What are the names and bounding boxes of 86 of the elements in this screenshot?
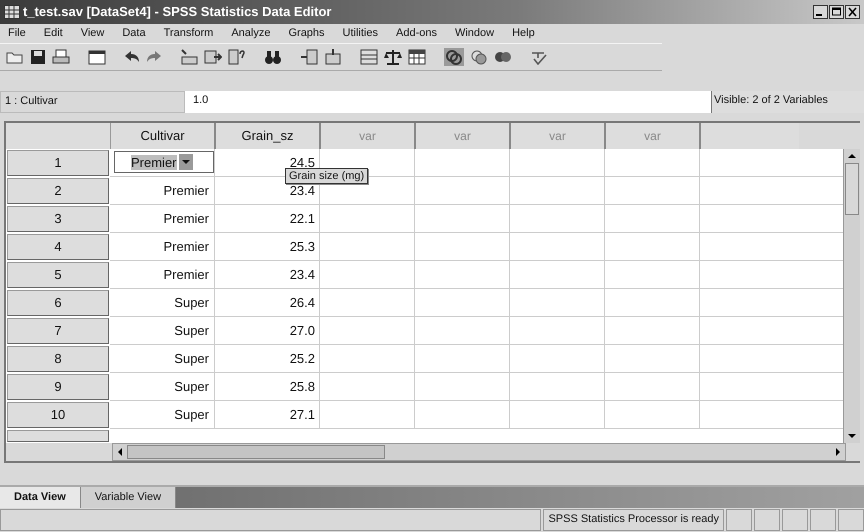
- menu-item[interactable]: Edit: [44, 27, 63, 40]
- cell-text: Super: [174, 350, 209, 366]
- close-icon[interactable]: [845, 4, 860, 19]
- maximize-icon[interactable]: [829, 4, 844, 19]
- cell-text: Super: [174, 294, 209, 310]
- spellcheck-icon[interactable]: [530, 49, 548, 66]
- row-header[interactable]: 9: [7, 374, 109, 400]
- table-cell[interactable]: Super: [114, 291, 214, 314]
- table-cell: 22.1: [290, 210, 315, 226]
- cell-text: Premier: [163, 266, 209, 282]
- row-header[interactable]: 2: [7, 178, 109, 204]
- dropdown-icon[interactable]: [178, 154, 193, 170]
- column-help-icon[interactable]: [228, 49, 246, 66]
- row-header[interactable]: 3: [7, 206, 109, 232]
- insert-row-icon[interactable]: [300, 49, 318, 66]
- cell-value-field[interactable]: 1.0: [185, 90, 711, 113]
- table-cell[interactable]: Premier: [114, 263, 214, 286]
- binoculars-icon[interactable]: [264, 49, 282, 66]
- cell-text: Super: [174, 406, 209, 422]
- menu-item[interactable]: View: [80, 27, 104, 40]
- cell-text: Premier: [163, 238, 209, 254]
- menu-item[interactable]: Add-ons: [396, 27, 437, 40]
- menu-item[interactable]: Data: [122, 27, 146, 40]
- tooltip: Grain size (mg): [285, 168, 368, 184]
- visible-variables: Visible: 2 of 2 Variables: [711, 90, 864, 113]
- grid-icon: [4, 4, 20, 19]
- table-arrow-icon[interactable]: [204, 49, 222, 66]
- menu-item[interactable]: Analyze: [231, 27, 270, 40]
- row-header[interactable]: 8: [7, 346, 109, 372]
- menu-item[interactable]: File: [8, 27, 26, 40]
- table-cell: 23.4: [290, 182, 315, 198]
- table-cell[interactable]: Super: [114, 375, 214, 398]
- table-cell: 27.1: [290, 406, 315, 422]
- printer-icon[interactable]: [52, 49, 70, 66]
- table-cell[interactable]: Premier: [114, 207, 214, 230]
- window-title: t_test.sav [DataSet4] - SPSS Statistics Data Editor: [23, 4, 332, 20]
- menu-item[interactable]: Window: [454, 27, 494, 40]
- table-cell: 24.5: [290, 154, 315, 170]
- menu-item[interactable]: Utilities: [342, 27, 378, 40]
- row-header[interactable]: 7: [7, 318, 109, 344]
- scale-icon[interactable]: [384, 49, 402, 66]
- row-header[interactable]: [7, 430, 109, 442]
- vertical-scrollbar[interactable]: [843, 148, 860, 443]
- row-header[interactable]: 5: [7, 262, 109, 288]
- table-cell: 23.4: [290, 266, 315, 282]
- table-cell: 25.2: [290, 350, 315, 366]
- table-cell: 25.3: [290, 238, 315, 254]
- table-cell[interactable]: Premier: [114, 235, 214, 258]
- status-message: SPSS Statistics Processor is ready: [543, 509, 724, 531]
- tab[interactable]: Variable View: [80, 486, 176, 508]
- window-icon[interactable]: [88, 49, 106, 66]
- column-header[interactable]: Grain_sz: [216, 122, 321, 149]
- cell-text: Premier: [163, 210, 209, 226]
- table-cell[interactable]: Super: [114, 403, 214, 426]
- cell-reference: 1 : Cultivar: [0, 90, 185, 113]
- row-header[interactable]: 1: [7, 150, 109, 176]
- tab[interactable]: Data View: [0, 486, 81, 508]
- split-grid-icon[interactable]: [360, 49, 378, 66]
- scroll-thumb[interactable]: [127, 444, 385, 459]
- table-cell[interactable]: Premier: [114, 151, 214, 174]
- table-cell: 27.0: [290, 322, 315, 338]
- cell-text: Premier: [163, 182, 209, 198]
- menu-item[interactable]: Graphs: [288, 27, 325, 40]
- insert-column-icon[interactable]: [324, 49, 342, 66]
- row-header[interactable]: 4: [7, 234, 109, 260]
- menu-item[interactable]: Transform: [164, 27, 214, 40]
- circles-icon[interactable]: [470, 49, 488, 66]
- scroll-thumb[interactable]: [845, 162, 860, 215]
- arrow-grid-icon[interactable]: [180, 49, 198, 66]
- horizontal-scrollbar[interactable]: [112, 442, 846, 461]
- table-cell[interactable]: Super: [114, 319, 214, 342]
- table-cell: 25.8: [290, 378, 315, 394]
- cell-text: Super: [174, 378, 209, 394]
- table-cell[interactable]: Super: [114, 347, 214, 370]
- cell-text: Premier: [131, 154, 177, 170]
- column-header[interactable]: Cultivar: [111, 122, 216, 149]
- cell-text: Super: [174, 322, 209, 338]
- row-header[interactable]: 6: [7, 290, 109, 316]
- row-header[interactable]: 10: [7, 402, 109, 428]
- save-icon[interactable]: [30, 49, 46, 66]
- table-icon[interactable]: [408, 49, 426, 66]
- table-cell: 26.4: [290, 294, 315, 310]
- minimize-icon[interactable]: [813, 4, 828, 19]
- table-cell[interactable]: Premier: [114, 179, 214, 202]
- circles-icon[interactable]: [444, 48, 464, 66]
- menu-item[interactable]: Help: [512, 27, 535, 40]
